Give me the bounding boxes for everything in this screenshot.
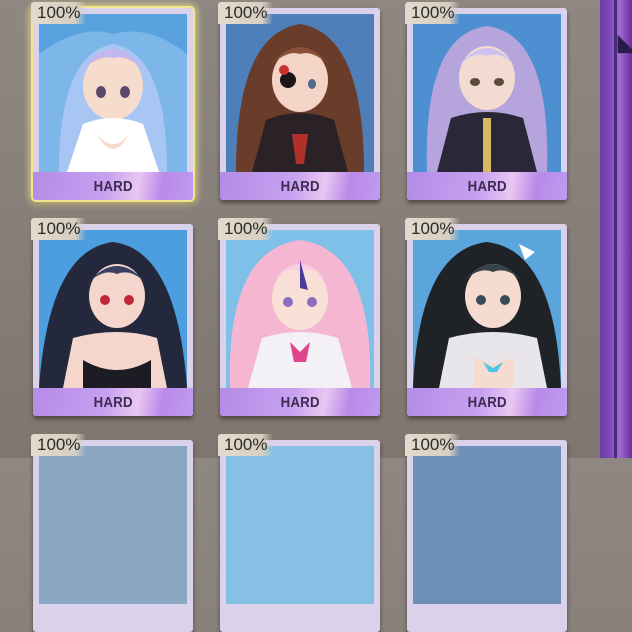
side-panel-edge: ◣	[600, 0, 632, 458]
character-portrait	[226, 446, 374, 604]
stage-card-5[interactable]: HARD 100%	[218, 218, 380, 416]
corner-mark-icon: ◣	[618, 30, 632, 55]
completion-percent: 100%	[218, 434, 274, 456]
difficulty-label: HARD	[93, 177, 133, 195]
stage-card-2[interactable]: HARD 100%	[218, 2, 380, 200]
difficulty-bar: HARD	[33, 388, 193, 416]
difficulty-label: HARD	[280, 177, 320, 195]
character-portrait	[39, 230, 187, 388]
character-portrait	[413, 446, 561, 604]
difficulty-label: HARD	[467, 177, 507, 195]
character-portrait	[413, 14, 561, 172]
character-portrait	[39, 446, 187, 604]
stage-card-8[interactable]: 100%	[218, 434, 380, 632]
difficulty-bar: HARD	[407, 388, 567, 416]
completion-percent: 100%	[31, 2, 87, 24]
difficulty-bar: HARD	[220, 172, 380, 200]
difficulty-bar: HARD	[407, 172, 567, 200]
completion-percent: 100%	[405, 2, 461, 24]
completion-percent: 100%	[31, 434, 87, 456]
panel-stripe	[614, 0, 617, 458]
completion-percent: 100%	[31, 218, 87, 240]
difficulty-label: HARD	[467, 393, 507, 411]
stage-card-3[interactable]: HARD 100%	[405, 2, 567, 200]
character-portrait	[226, 230, 374, 388]
stage-card-grid: HARD 100% HARD 100% HARD 100% HARD 100% …	[0, 0, 600, 632]
stage-card-6[interactable]: HARD 100%	[405, 218, 567, 416]
completion-percent: 100%	[218, 2, 274, 24]
stage-card-4[interactable]: HARD 100%	[31, 218, 193, 416]
difficulty-label: HARD	[93, 393, 133, 411]
difficulty-label: HARD	[280, 393, 320, 411]
difficulty-bar: HARD	[33, 172, 193, 200]
completion-percent: 100%	[405, 218, 461, 240]
stage-card-7[interactable]: 100%	[31, 434, 193, 632]
character-portrait	[226, 14, 374, 172]
character-portrait	[39, 14, 187, 172]
stage-card-1[interactable]: HARD 100%	[31, 2, 193, 200]
character-portrait	[413, 230, 561, 388]
difficulty-bar: HARD	[220, 388, 380, 416]
completion-percent: 100%	[405, 434, 461, 456]
stage-card-9[interactable]: 100%	[405, 434, 567, 632]
completion-percent: 100%	[218, 218, 274, 240]
